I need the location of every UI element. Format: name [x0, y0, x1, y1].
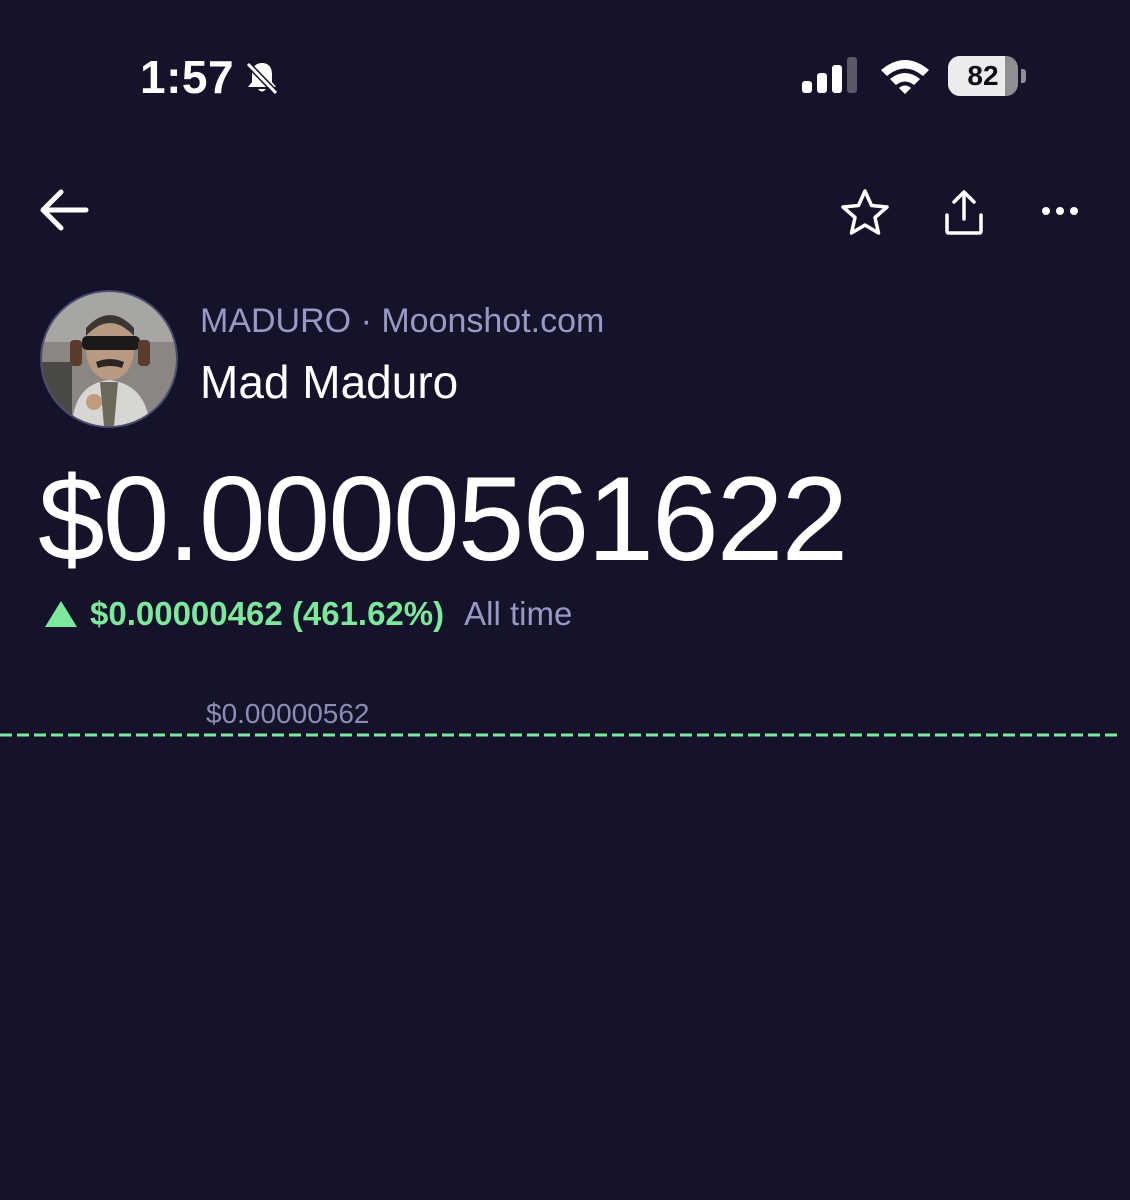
battery-icon: 82 — [948, 56, 1026, 96]
ticker-separator: · — [360, 302, 372, 340]
token-price: $0.0000561622 — [38, 452, 848, 586]
back-arrow-icon[interactable] — [34, 180, 94, 240]
battery-percent: 82 — [967, 60, 999, 91]
more-icon[interactable] — [1030, 180, 1090, 240]
token-source-link[interactable]: Moonshot.com — [381, 302, 604, 340]
price-chart[interactable] — [0, 725, 1130, 745]
token-avatar — [42, 292, 176, 426]
token-name: Mad Maduro — [200, 356, 459, 408]
status-time: 1:57 — [140, 51, 235, 103]
price-change-value: $0.00000462 (461.62%) — [90, 595, 445, 632]
star-icon[interactable] — [835, 183, 895, 243]
price-change-row: $0.00000462 (461.62%) All time — [44, 595, 572, 633]
wifi-icon — [878, 56, 932, 96]
token-ticker: MADURO — [200, 302, 352, 340]
status-bar: 1:57 82 — [0, 0, 1130, 150]
change-period-label[interactable]: All time — [464, 595, 572, 633]
share-icon[interactable] — [934, 183, 994, 243]
token-ticker-line: MADURO · Moonshot.com — [200, 302, 604, 341]
bell-slash-icon — [242, 58, 282, 98]
triangle-up-icon — [45, 601, 77, 627]
cellular-signal-icon — [802, 57, 860, 93]
